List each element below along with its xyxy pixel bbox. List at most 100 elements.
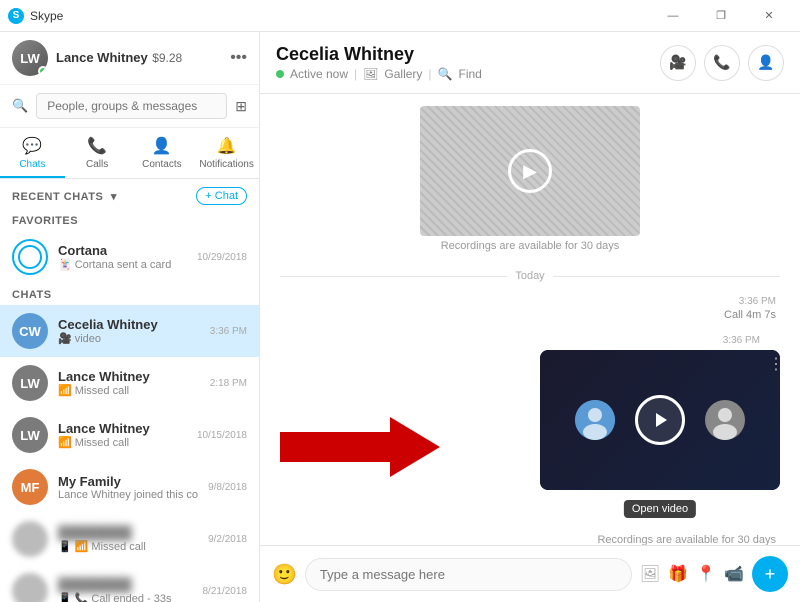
more-options-button[interactable]: ••• [230, 49, 247, 67]
add-contact-button[interactable]: 👤 [748, 45, 784, 81]
tab-chats[interactable]: 💬 Chats [0, 128, 65, 178]
search-bar: 🔍 ⊞ [0, 85, 259, 128]
profile-balance: $9.28 [152, 51, 182, 65]
cecelia-avatar: CW [12, 313, 48, 349]
gift-button[interactable]: 🎁 [668, 564, 688, 584]
chat-header-actions: 🎥 📞 👤 [660, 45, 784, 81]
call-timestamp: 3:36 PM [739, 296, 776, 307]
search-icon: 🔍 [12, 98, 28, 114]
search-input[interactable] [36, 93, 227, 119]
voice-call-button[interactable]: 📞 [704, 45, 740, 81]
chats-label: CHATS [0, 283, 259, 305]
input-actions: 🖼 🎁 📍 📹 [640, 564, 744, 584]
myfamily-name: My Family [58, 474, 198, 489]
send-button[interactable]: + [752, 556, 788, 592]
maximize-button[interactable]: ❐ [698, 0, 744, 32]
cortana-avatar [12, 239, 48, 275]
blurred1-name: ████████ [58, 525, 198, 540]
participant-left-avatar [575, 400, 615, 440]
recent-chats-header: RECENT CHATS ▾ + Chat [0, 179, 259, 209]
tab-calls[interactable]: 📞 Calls [65, 128, 130, 178]
image-button[interactable]: 🖼 [640, 564, 660, 584]
gallery-icon-small: 🖼 [363, 67, 378, 81]
profile-info: Lance Whitney $9.28 [56, 49, 222, 67]
blurred1-preview: 📱📶Missed call [58, 540, 198, 553]
call-info-container: 3:36 PM Call 4m 7s [280, 296, 780, 321]
blurred2-preview: 📱📞Call ended - 33s [58, 592, 193, 602]
gallery-link[interactable]: Gallery [384, 67, 422, 81]
cecelia-name: Cecelia Whitney [58, 317, 200, 332]
tab-calls-label: Calls [86, 159, 108, 170]
video-annotation-container: 3:36 PM [280, 335, 780, 545]
online-indicator [38, 66, 48, 76]
cecelia-preview: 🎥video [58, 332, 200, 345]
close-button[interactable]: ✕ [746, 0, 792, 32]
sidebar-content: RECENT CHATS ▾ + Chat FAVORITES Cortana … [0, 179, 259, 602]
lance2-avatar: LW [12, 417, 48, 453]
chat-item-lance1[interactable]: LW Lance Whitney 📶Missed call 2:18 PM [0, 357, 259, 409]
chat-item-blurred1[interactable]: ████████ 📱📶Missed call 9/2/2018 [0, 513, 259, 565]
notifications-icon: 🔔 [217, 136, 237, 156]
myfamily-avatar: MF [12, 469, 48, 505]
video-message-wrapper: 3:36 PM [440, 335, 780, 545]
message-input-area: 🙂 🖼 🎁 📍 📹 + [260, 545, 800, 602]
add-chat-label: + Chat [205, 190, 238, 202]
emoji-button[interactable]: 🙂 [272, 562, 297, 587]
lance1-time: 2:18 PM [210, 378, 247, 389]
cortana-name: Cortana [58, 243, 187, 258]
tab-contacts[interactable]: 👤 Contacts [130, 128, 195, 178]
blurred2-avatar [12, 573, 48, 602]
favorites-label: FAVORITES [0, 209, 259, 231]
tab-contacts-label: Contacts [142, 159, 181, 170]
chat-status: Active now | 🖼 Gallery | 🔍 Find [276, 67, 482, 81]
first-play-button[interactable]: ▶ [508, 149, 552, 193]
chat-item-myfamily[interactable]: MF My Family Lance Whitney joined this c… [0, 461, 259, 513]
active-now-label[interactable]: Active now [290, 67, 348, 81]
chat-item-blurred2[interactable]: ████████ 📱📞Call ended - 33s 8/21/2018 [0, 565, 259, 602]
tab-notifications-label: Notifications [199, 159, 253, 170]
tab-notifications[interactable]: 🔔 Notifications [194, 128, 259, 178]
day-divider: Today [280, 270, 780, 282]
video-clip-button[interactable]: 📹 [724, 564, 744, 584]
video-content [540, 350, 780, 490]
first-video-thumb[interactable]: ▶ [420, 106, 640, 236]
chats-icon: 💬 [22, 136, 42, 156]
cortana-preview: 🃏Cortana sent a card [58, 258, 187, 271]
minimize-button[interactable]: — [650, 0, 696, 32]
calls-icon: 📞 [87, 136, 107, 156]
chat-item-cortana[interactable]: Cortana 🃏Cortana sent a card 10/29/2018 [0, 231, 259, 283]
myfamily-info: My Family Lance Whitney joined this co..… [58, 474, 198, 501]
chat-item-cecelia[interactable]: CW Cecelia Whitney 🎥video 3:36 PM [0, 305, 259, 357]
cecelia-time: 3:36 PM [210, 326, 247, 337]
blurred2-time: 8/21/2018 [203, 586, 248, 597]
profile-bar: LW Lance Whitney $9.28 ••• [0, 32, 259, 85]
chat-item-lance2[interactable]: LW Lance Whitney 📶Missed call 10/15/2018 [0, 409, 259, 461]
video-call-button[interactable]: 🎥 [660, 45, 696, 81]
active-status-dot [276, 70, 284, 78]
find-link[interactable]: Find [458, 67, 481, 81]
find-icon-small: 🔍 [438, 67, 453, 81]
cortana-inner-ring [18, 245, 42, 269]
chat-header: Cecelia Whitney Active now | 🖼 Gallery |… [260, 32, 800, 94]
title-bar-left: S Skype [8, 8, 63, 24]
play-button[interactable] [635, 395, 685, 445]
location-button[interactable]: 📍 [696, 564, 716, 584]
video-message[interactable]: Open video [540, 350, 780, 490]
grid-icon[interactable]: ⊞ [235, 98, 247, 115]
first-recording-container: ▶ Recordings are available for 30 days [280, 106, 780, 252]
open-video-tooltip: Open video [624, 500, 696, 518]
myfamily-preview: Lance Whitney joined this co... [58, 489, 198, 501]
first-recording-notice: Recordings are available for 30 days [441, 240, 620, 252]
lance2-name: Lance Whitney [58, 421, 187, 436]
right-panel: Cecelia Whitney Active now | 🖼 Gallery |… [260, 32, 800, 602]
chat-header-left: Cecelia Whitney Active now | 🖼 Gallery |… [276, 44, 482, 81]
message-input[interactable] [305, 558, 632, 591]
lance2-time: 10/15/2018 [197, 430, 247, 441]
cecelia-info: Cecelia Whitney 🎥video [58, 317, 200, 345]
cortana-info: Cortana 🃏Cortana sent a card [58, 243, 187, 271]
video-more-options-button[interactable]: ⋮ [768, 354, 784, 374]
lance1-preview: 📶Missed call [58, 384, 200, 397]
contacts-icon: 👤 [152, 136, 172, 156]
messages-area: ▶ Recordings are available for 30 days T… [260, 94, 800, 545]
add-chat-button[interactable]: + Chat [196, 187, 247, 205]
